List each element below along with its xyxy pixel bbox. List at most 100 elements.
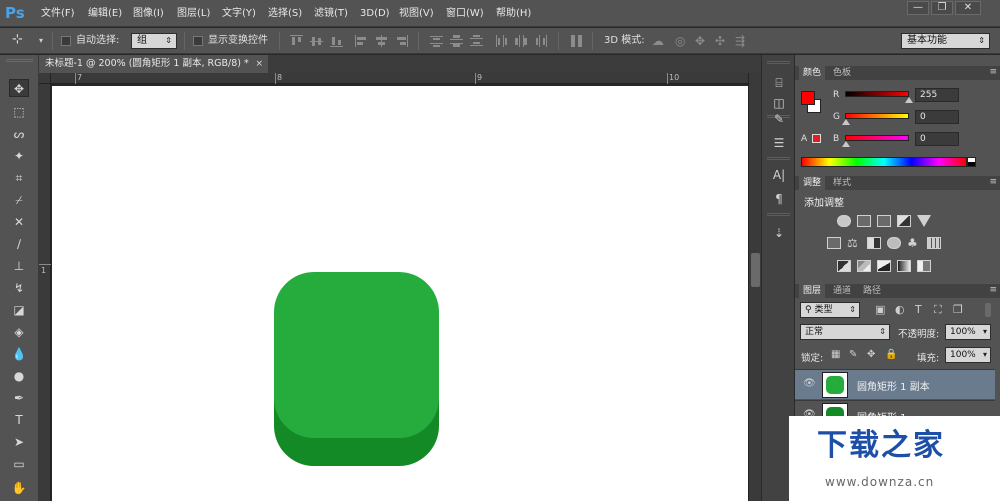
invert-icon[interactable]: [837, 260, 851, 272]
ruler-origin[interactable]: [39, 73, 51, 84]
lock-all-icon[interactable]: 🔒: [885, 349, 897, 360]
horizontal-ruler[interactable]: 7 8 9 10: [51, 73, 748, 84]
lock-position-icon[interactable]: ✥: [867, 349, 875, 360]
brush-tool-icon[interactable]: ∕: [9, 235, 29, 253]
document-canvas[interactable]: [52, 86, 748, 501]
menu-select[interactable]: 选择(S): [268, 6, 302, 22]
canvas-area[interactable]: [51, 84, 748, 501]
foreground-color-swatch[interactable]: [801, 91, 815, 105]
document-tab[interactable]: 未标题-1 @ 200% (圆角矩形 1 副本, RGB/8) * ×: [39, 55, 268, 73]
menu-3d[interactable]: 3D(D): [360, 6, 390, 22]
rotate-3d-icon[interactable]: ☁: [652, 34, 664, 48]
rounded-rectangle-1-copy-shape[interactable]: [274, 272, 439, 438]
align-bottom-edges-icon[interactable]: [330, 35, 343, 47]
red-value-field[interactable]: 255: [915, 88, 959, 102]
smart-object-filter-icon[interactable]: ❒: [953, 303, 963, 316]
panel-menu-icon[interactable]: ≡: [989, 285, 997, 295]
black-white-ramp[interactable]: [967, 157, 976, 167]
channel-mixer-icon[interactable]: ♣: [907, 237, 921, 249]
menu-image[interactable]: 图像(I): [133, 6, 164, 22]
minimize-button[interactable]: —: [907, 1, 929, 15]
preset-dropdown-arrow-icon[interactable]: ▾: [39, 36, 43, 45]
hand-tool-icon[interactable]: ✋: [9, 479, 29, 497]
tab-layers[interactable]: 图层: [799, 284, 826, 298]
vibrance-icon[interactable]: [917, 215, 931, 227]
restore-button[interactable]: ❐: [931, 1, 953, 15]
layer-row[interactable]: 👁 圆角矩形 1 副本: [795, 369, 995, 399]
distribute-bottom-icon[interactable]: [470, 35, 483, 47]
character-panel-icon[interactable]: A|: [770, 167, 788, 183]
tab-styles[interactable]: 样式: [829, 176, 855, 190]
exposure-icon[interactable]: [897, 215, 911, 227]
blur-tool-icon[interactable]: 💧: [9, 345, 29, 363]
tab-color[interactable]: 颜色: [799, 66, 826, 80]
vertical-scrollbar[interactable]: [748, 73, 761, 501]
close-tab-icon[interactable]: ×: [255, 55, 263, 73]
workspace-dropdown[interactable]: 基本功能 ⇕: [901, 33, 990, 49]
lock-image-icon[interactable]: ✎: [849, 349, 857, 360]
pixel-filter-icon[interactable]: ▣: [875, 303, 885, 316]
levels-icon[interactable]: [857, 215, 871, 227]
threshold-icon[interactable]: [877, 260, 891, 272]
tab-paths[interactable]: 路径: [859, 284, 885, 298]
panel-menu-icon[interactable]: ≡: [989, 177, 997, 187]
color-spectrum-ramp[interactable]: [801, 157, 967, 167]
opacity-field[interactable]: 100% ▾: [945, 324, 991, 340]
blue-slider[interactable]: [845, 135, 909, 141]
distribute-left-icon[interactable]: [495, 35, 508, 47]
eraser-tool-icon[interactable]: ◪: [9, 301, 29, 319]
menu-file[interactable]: 文件(F): [41, 6, 75, 22]
red-slider[interactable]: [845, 91, 909, 97]
posterize-icon[interactable]: [857, 260, 871, 272]
properties-panel-icon[interactable]: ◫: [770, 95, 788, 111]
eyedropper-tool-icon[interactable]: ⌿: [9, 191, 29, 209]
blue-slider-knob[interactable]: [842, 141, 850, 147]
brush-panel-icon[interactable]: ✎: [770, 111, 788, 127]
menu-window[interactable]: 窗口(W): [446, 6, 484, 22]
scrollbar-thumb[interactable]: [751, 253, 760, 287]
red-slider-knob[interactable]: [905, 97, 913, 103]
tab-adjustments[interactable]: 调整: [799, 176, 826, 190]
close-button[interactable]: ✕: [955, 1, 981, 15]
marquee-tool-icon[interactable]: ⬚: [9, 103, 29, 121]
curves-icon[interactable]: [877, 215, 891, 227]
lock-transparent-icon[interactable]: ▦: [831, 349, 840, 360]
distribute-vertical-centers-icon[interactable]: [450, 35, 463, 47]
black-white-icon[interactable]: [867, 237, 881, 249]
panel-menu-icon[interactable]: ≡: [989, 67, 997, 77]
drag-3d-icon[interactable]: ✥: [695, 34, 705, 48]
green-slider-knob[interactable]: [842, 119, 850, 125]
layer-comps-icon[interactable]: ⇣: [770, 225, 788, 241]
clone-stamp-tool-icon[interactable]: ⊥: [9, 257, 29, 275]
auto-align-layers-icon[interactable]: [570, 35, 583, 47]
paragraph-panel-icon[interactable]: ¶: [770, 191, 788, 207]
distribute-top-icon[interactable]: [430, 35, 443, 47]
transform-controls-checkbox[interactable]: [193, 36, 203, 46]
green-slider[interactable]: [845, 113, 909, 119]
menu-edit[interactable]: 编辑(E): [88, 6, 122, 22]
filter-toggle[interactable]: [985, 303, 991, 317]
distribute-right-icon[interactable]: [535, 35, 548, 47]
color-balance-icon[interactable]: ⚖: [847, 237, 861, 249]
path-selection-tool-icon[interactable]: ➤: [9, 433, 29, 451]
align-horizontal-centers-icon[interactable]: [375, 35, 388, 47]
menu-filter[interactable]: 滤镜(T): [314, 6, 348, 22]
layer-name[interactable]: 圆角矩形 1 副本: [857, 378, 930, 393]
menu-view[interactable]: 视图(V): [399, 6, 434, 22]
magic-wand-tool-icon[interactable]: ✦: [9, 147, 29, 165]
type-tool-icon[interactable]: T: [9, 411, 29, 429]
auto-select-checkbox[interactable]: [61, 36, 71, 46]
tab-swatches[interactable]: 色板: [829, 66, 855, 80]
blend-mode-dropdown[interactable]: 正常 ⇕: [800, 324, 890, 340]
tab-channels[interactable]: 通道: [829, 284, 855, 298]
history-brush-tool-icon[interactable]: ↯: [9, 279, 29, 297]
green-value-field[interactable]: 0: [915, 110, 959, 124]
blue-value-field[interactable]: 0: [915, 132, 959, 146]
crop-tool-icon[interactable]: ⌗: [9, 169, 29, 187]
selective-color-icon[interactable]: [917, 260, 931, 272]
menu-layer[interactable]: 图层(L): [177, 6, 210, 22]
scale-3d-icon[interactable]: ⇶: [735, 34, 745, 48]
rectangle-tool-icon[interactable]: ▭: [9, 455, 29, 473]
align-vertical-centers-icon[interactable]: [310, 35, 323, 47]
roll-3d-icon[interactable]: ◎: [675, 34, 685, 48]
